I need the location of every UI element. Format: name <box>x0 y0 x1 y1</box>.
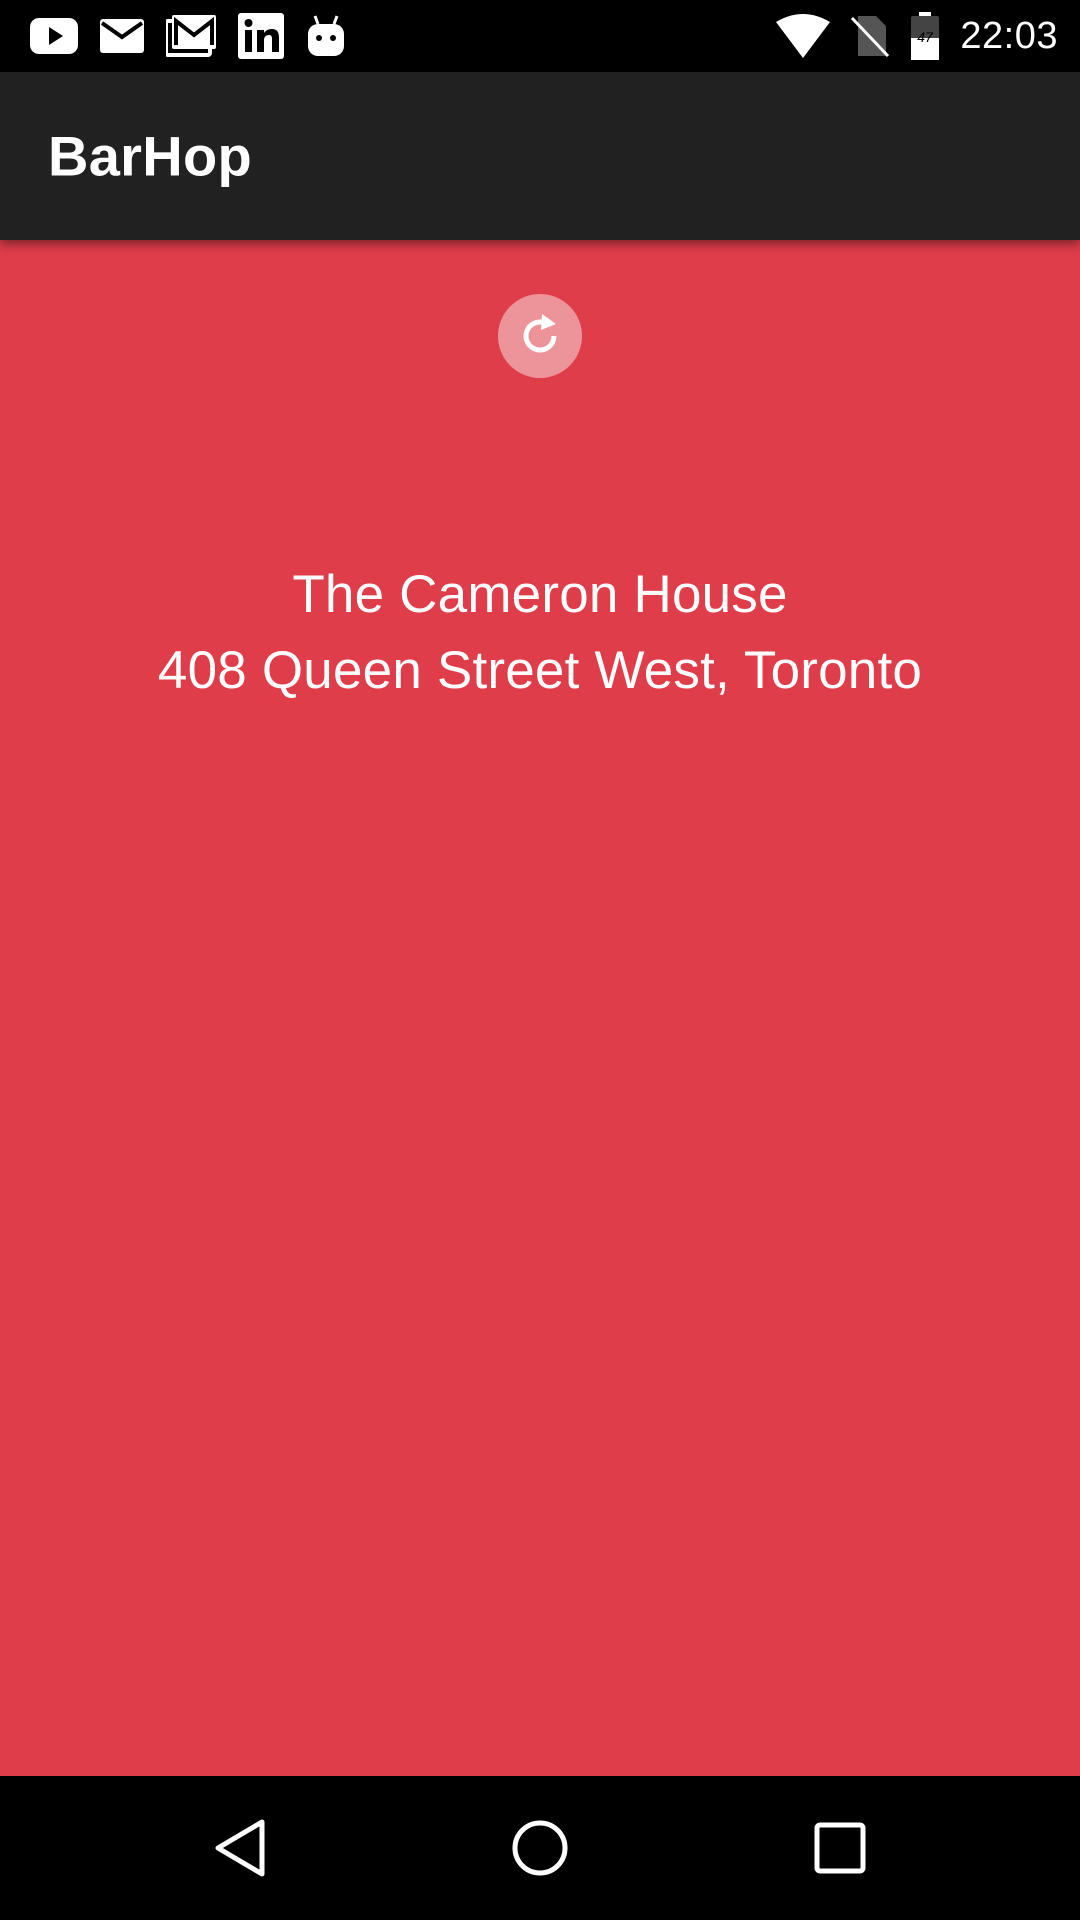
bar-name: The Cameron House <box>292 565 788 624</box>
mail-icon <box>100 19 144 53</box>
bar-address: 408 Queen Street West, Toronto <box>157 641 923 700</box>
notification-icons <box>30 12 346 60</box>
bar-info: The Cameron House 408 Queen Street West,… <box>0 557 1080 709</box>
linkedin-icon <box>238 13 284 59</box>
back-icon <box>215 1819 265 1877</box>
bar-suggestion-panel: The Cameron House 408 Queen Street West,… <box>0 240 1080 1776</box>
app-bar: BarHop <box>0 72 1080 240</box>
wifi-icon <box>776 14 831 58</box>
phone-screen: 47 22:03 BarHop The Cameron House 408 Qu… <box>0 0 1080 1920</box>
back-button[interactable] <box>150 1776 330 1920</box>
system-icons: 47 22:03 <box>776 12 1058 60</box>
recents-icon <box>814 1822 866 1874</box>
home-icon <box>512 1820 568 1876</box>
app-title: BarHop <box>48 124 253 188</box>
home-button[interactable] <box>450 1776 630 1920</box>
refresh-icon <box>523 314 557 353</box>
battery-icon: 47 <box>910 12 940 60</box>
navigation-bar <box>0 1776 1080 1920</box>
refresh-button[interactable] <box>498 294 582 378</box>
status-bar: 47 22:03 <box>0 0 1080 72</box>
android-icon <box>306 14 346 58</box>
youtube-icon <box>30 18 78 54</box>
no-sim-icon <box>850 14 890 58</box>
recents-button[interactable] <box>750 1776 930 1920</box>
status-time: 22:03 <box>960 15 1058 57</box>
battery-level: 47 <box>918 29 935 45</box>
gmail-icon <box>166 15 216 57</box>
